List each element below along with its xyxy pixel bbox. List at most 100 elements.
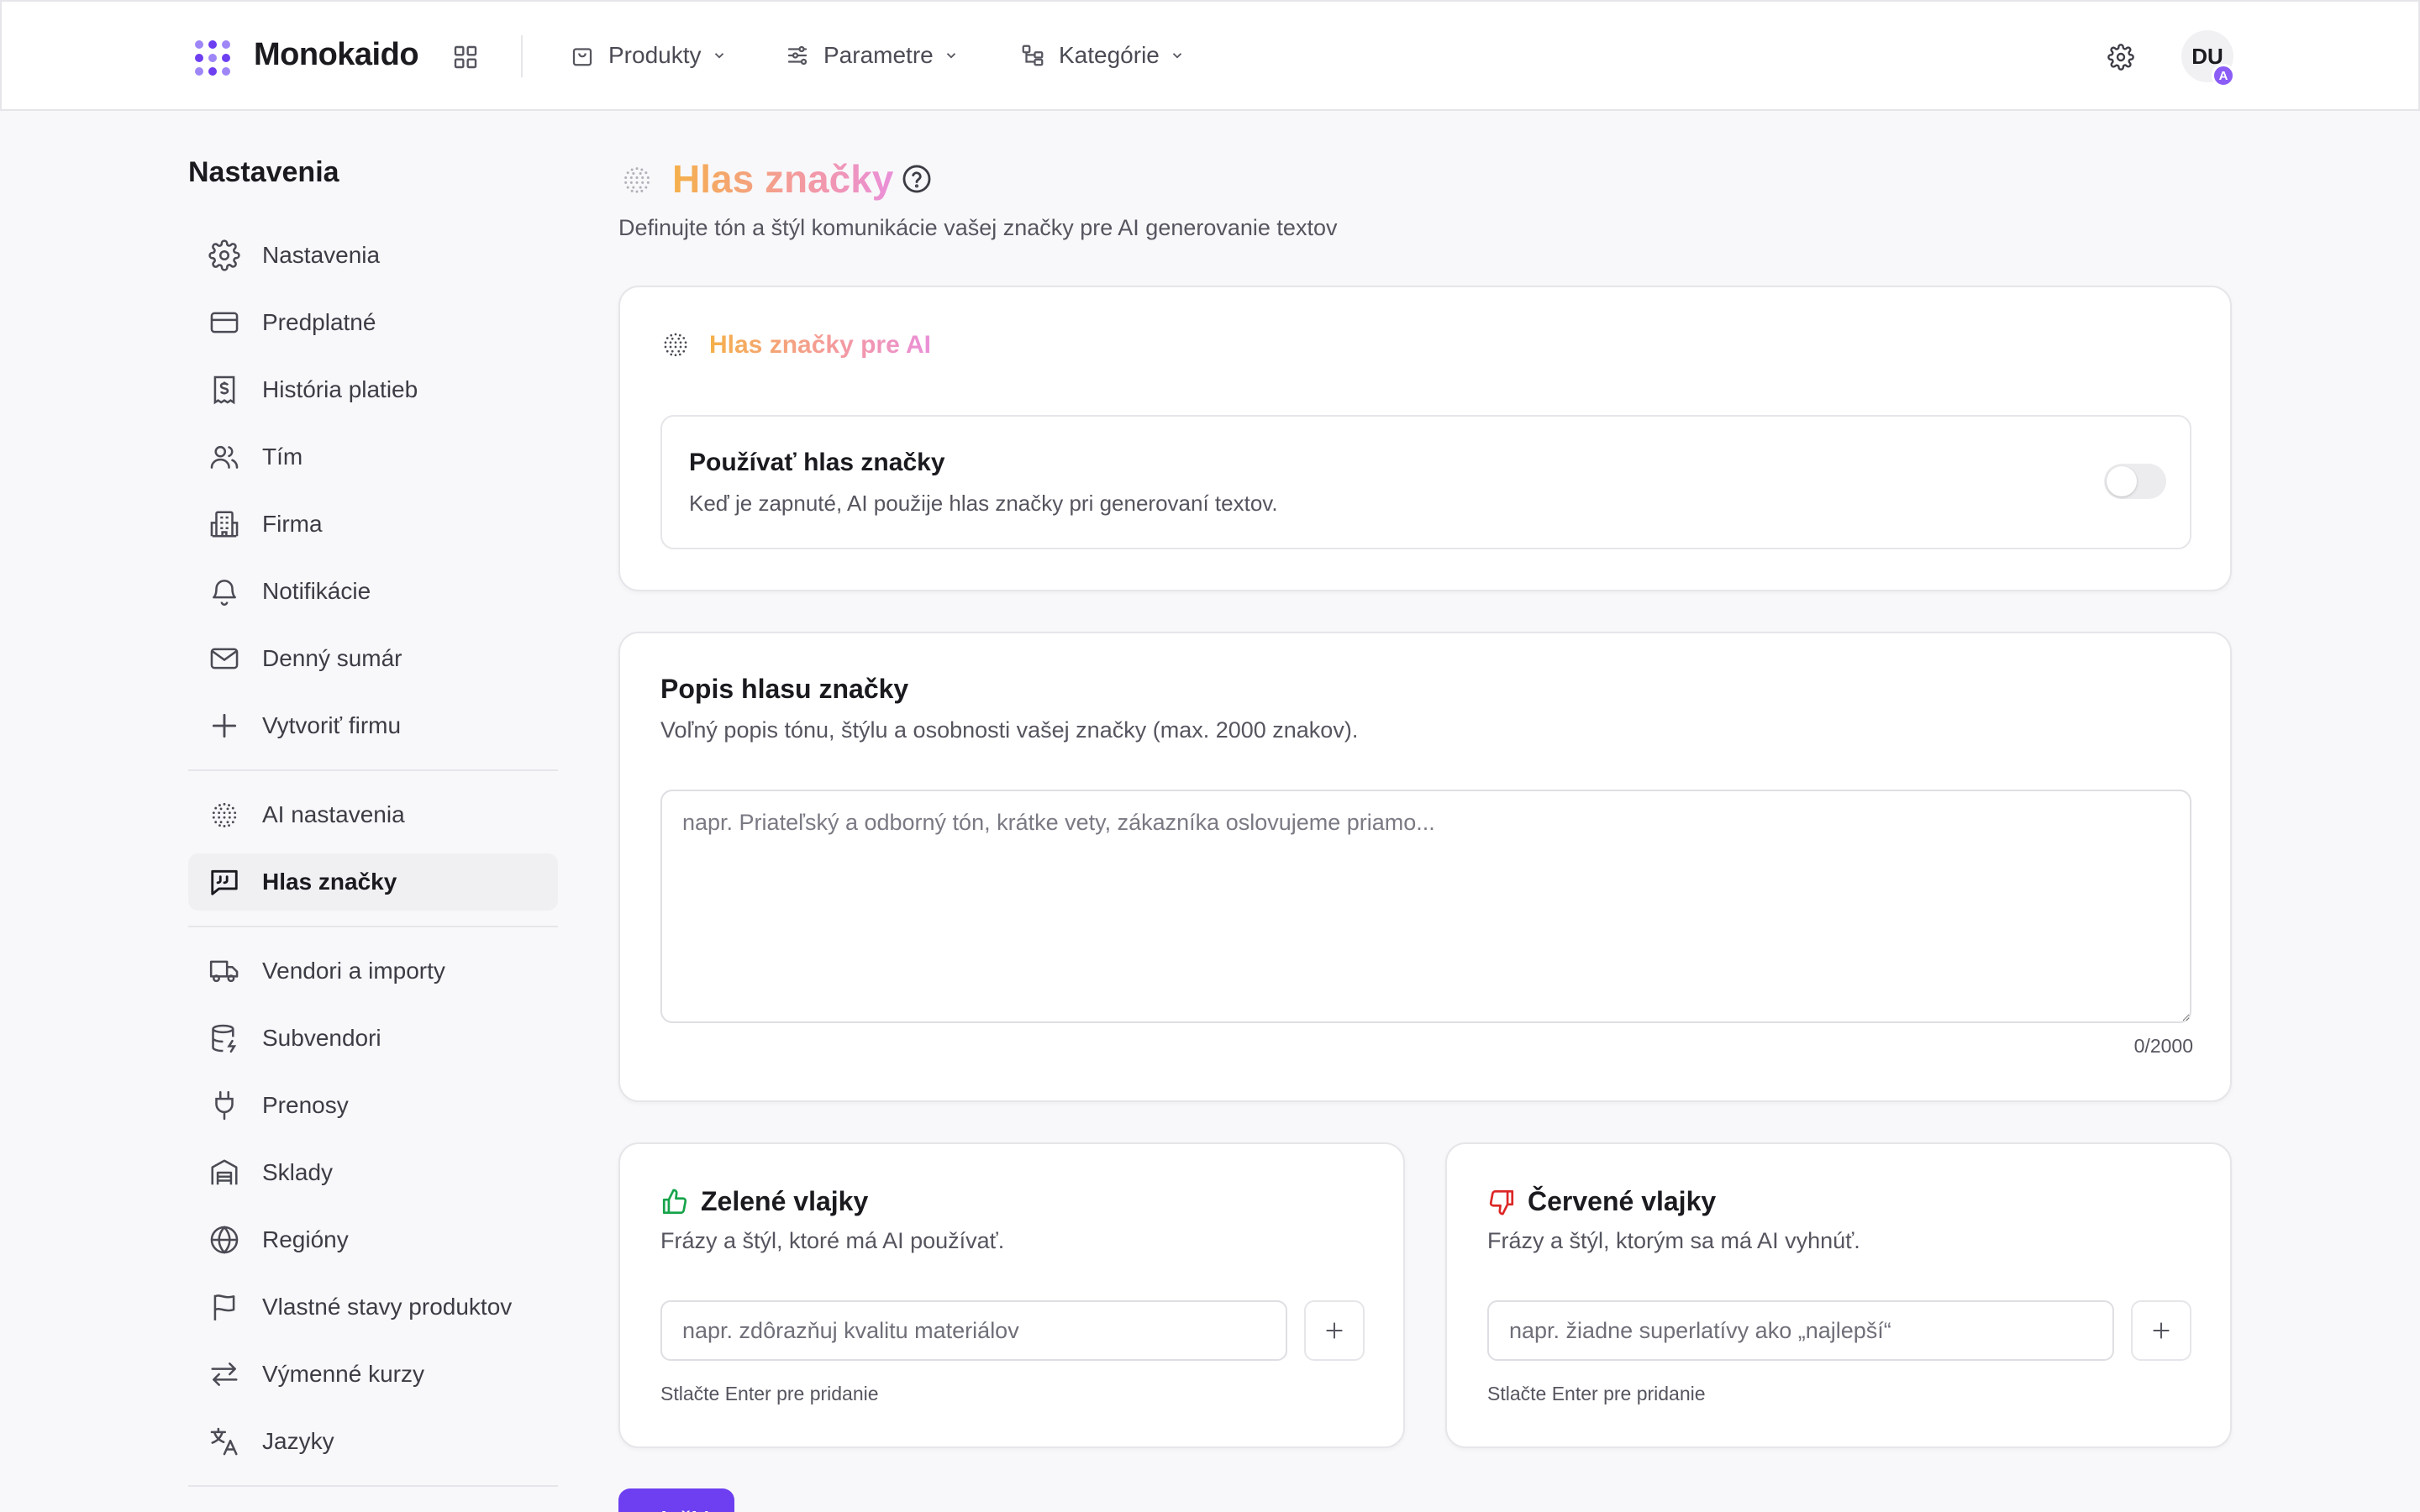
sliders-icon <box>787 45 808 66</box>
sidebar-item-label: Notifikácie <box>262 578 371 604</box>
sidebar-title: Nastavenia <box>188 156 339 188</box>
sidebar-item-regiony[interactable]: Regióny <box>188 1211 558 1268</box>
red-flag-input[interactable] <box>1487 1300 2114 1361</box>
sidebar-item-label: Tím <box>262 444 303 470</box>
database-icon <box>212 1024 237 1053</box>
shopping-bag-icon <box>572 48 592 66</box>
truck-icon <box>209 960 239 983</box>
mail-icon <box>210 648 239 669</box>
green-flags-hint: Stlačte Enter pre pridanie <box>660 1383 879 1404</box>
globe-icon <box>210 1226 239 1254</box>
ai-sphere-icon <box>664 333 687 357</box>
nav-parametre-label: Parametre <box>823 42 934 68</box>
use-brand-voice-desc: Keď je zapnuté, AI použije hlas značky p… <box>689 491 1278 516</box>
plus-icon <box>212 713 237 738</box>
sidebar-item-label: Vytvoriť firmu <box>262 712 402 738</box>
quote-message-icon <box>211 869 238 895</box>
sidebar-item-label: Regióny <box>262 1226 349 1252</box>
credit-card-icon <box>210 312 239 333</box>
sidebar-item-label: Výmenné kurzy <box>262 1361 424 1387</box>
receipt-icon <box>213 375 235 405</box>
sidebar-item-vymenne-kurzy[interactable]: Výmenné kurzy <box>188 1346 558 1403</box>
voice-description-title: Popis hlasu značky <box>660 674 909 704</box>
use-brand-voice-row: Používať hlas značky Keď je zapnuté, AI … <box>660 415 2191 549</box>
nav-produkty[interactable]: Produkty <box>570 35 727 76</box>
green-flags-card: Zelené vlajky Frázy a štýl, ktoré má AI … <box>618 1142 1405 1448</box>
sidebar-item-label: Prenosy <box>262 1092 349 1118</box>
avatar-badge: A <box>2212 64 2235 87</box>
warehouse-icon <box>211 1159 238 1185</box>
sidebar-item-notifikacie[interactable]: Notifikácie <box>188 563 558 620</box>
sidebar-item-label: Sklady <box>262 1159 334 1185</box>
sidebar-divider <box>188 769 558 771</box>
sidebar-divider <box>188 1485 558 1487</box>
sidebar-item-denny-sumar[interactable]: Denný sumár <box>188 630 558 687</box>
green-flags-desc: Frázy a štýl, ktoré má AI používať. <box>660 1228 1005 1253</box>
red-flags-desc: Frázy a štýl, ktorým sa má AI vyhnúť. <box>1487 1228 1860 1253</box>
sidebar-item-label: Subvendori <box>262 1025 381 1051</box>
sidebar-item-label: Denný sumár <box>262 645 402 671</box>
ai-sphere-icon <box>212 802 237 827</box>
character-counter: 0/2000 <box>2133 1035 2193 1057</box>
green-flags-title: Zelené vlajky <box>701 1186 869 1216</box>
sidebar-item-hlas-znacky[interactable]: Hlas značky <box>188 853 558 911</box>
sidebar-item-subvendori[interactable]: Subvendori <box>188 1010 558 1067</box>
sidebar-item-label: Vendori a importy <box>262 958 445 984</box>
sidebar-item-predplatne[interactable]: Predplatné <box>188 294 558 351</box>
building-icon <box>210 511 239 538</box>
voice-description-textarea[interactable] <box>660 790 2191 1023</box>
voice-description-help: Voľný popis tónu, štýlu a osobnosti vaše… <box>660 717 1359 743</box>
red-flags-hint: Stlačte Enter pre pridanie <box>1487 1383 1706 1404</box>
sidebar-item-nastavenia[interactable]: Nastavenia <box>188 227 558 284</box>
sidebar-item-vendori[interactable]: Vendori a importy <box>188 942 558 1000</box>
chevron-down-icon <box>714 53 723 59</box>
apps-grid-icon[interactable] <box>452 44 479 71</box>
settings-gear-icon[interactable] <box>2107 44 2134 71</box>
red-flags-card: Červené vlajky Frázy a štýl, ktorým sa m… <box>1445 1142 2232 1448</box>
sidebar-item-label: Hlas značky <box>262 869 397 895</box>
sidebar-item-label: História platieb <box>262 376 418 402</box>
use-brand-voice-title: Používať hlas značky <box>689 449 945 476</box>
sidebar-item-label: Nastavenia <box>262 242 381 268</box>
sidebar-item-label: Firma <box>262 511 323 537</box>
plug-icon <box>215 1090 234 1121</box>
sidebar-item-vytvorit-firmu[interactable]: Vytvoriť firmu <box>188 697 558 754</box>
category-tree-icon <box>1022 45 1044 66</box>
help-circle-icon[interactable] <box>901 163 933 195</box>
sidebar-item-label: Predplatné <box>262 309 376 335</box>
sidebar-item-jazyky[interactable]: Jazyky <box>188 1413 558 1470</box>
thumbs-up-icon <box>662 1189 687 1215</box>
users-icon <box>210 445 239 469</box>
use-brand-voice-toggle[interactable] <box>2104 464 2166 499</box>
ai-voice-card-title: Hlas značky pre AI <box>709 331 932 359</box>
voice-description-card: Popis hlasu značky Voľný popis tónu, štý… <box>618 632 2232 1102</box>
nav-kategorie-label: Kategórie <box>1059 42 1160 68</box>
green-flag-input[interactable] <box>660 1300 1287 1361</box>
top-bar: Monokaido Produkty Parametre Kategórie D… <box>0 0 2420 111</box>
sidebar-item-firma[interactable]: Firma <box>188 496 558 553</box>
ai-voice-card: Hlas značky pre AI Používať hlas značky … <box>618 286 2232 591</box>
nav-parametre[interactable]: Parametre <box>785 35 959 76</box>
brand-name[interactable]: Monokaido <box>254 37 419 73</box>
sidebar-item-historia-platieb[interactable]: História platieb <box>188 361 558 418</box>
toggle-knob <box>2107 466 2137 496</box>
logo-icon[interactable] <box>195 40 230 76</box>
gear-icon <box>208 239 240 271</box>
ai-sphere-icon <box>624 167 650 193</box>
sidebar-item-label: Jazyky <box>262 1428 334 1454</box>
sidebar-item-tim[interactable]: Tím <box>188 428 558 486</box>
sidebar-item-ai-nastavenia[interactable]: AI nastavenia <box>188 786 558 843</box>
page-subtitle: Definujte tón a štýl komunikácie vašej z… <box>618 215 1338 240</box>
save-button[interactable]: Uložiť <box>618 1488 734 1512</box>
nav-produkty-label: Produkty <box>608 42 702 68</box>
chevron-down-icon <box>1172 53 1182 59</box>
plus-icon <box>2153 1322 2170 1339</box>
nav-kategorie[interactable]: Kategórie <box>1020 35 1185 76</box>
add-green-flag-button[interactable] <box>1304 1300 1365 1361</box>
flag-icon <box>213 1294 235 1320</box>
thumbs-down-icon <box>1489 1189 1514 1215</box>
sidebar-item-sklady[interactable]: Sklady <box>188 1144 558 1201</box>
sidebar-item-prenosy[interactable]: Prenosy <box>188 1077 558 1134</box>
add-red-flag-button[interactable] <box>2131 1300 2191 1361</box>
sidebar-item-vlastne-stavy[interactable]: Vlastné stavy produktov <box>188 1278 558 1336</box>
